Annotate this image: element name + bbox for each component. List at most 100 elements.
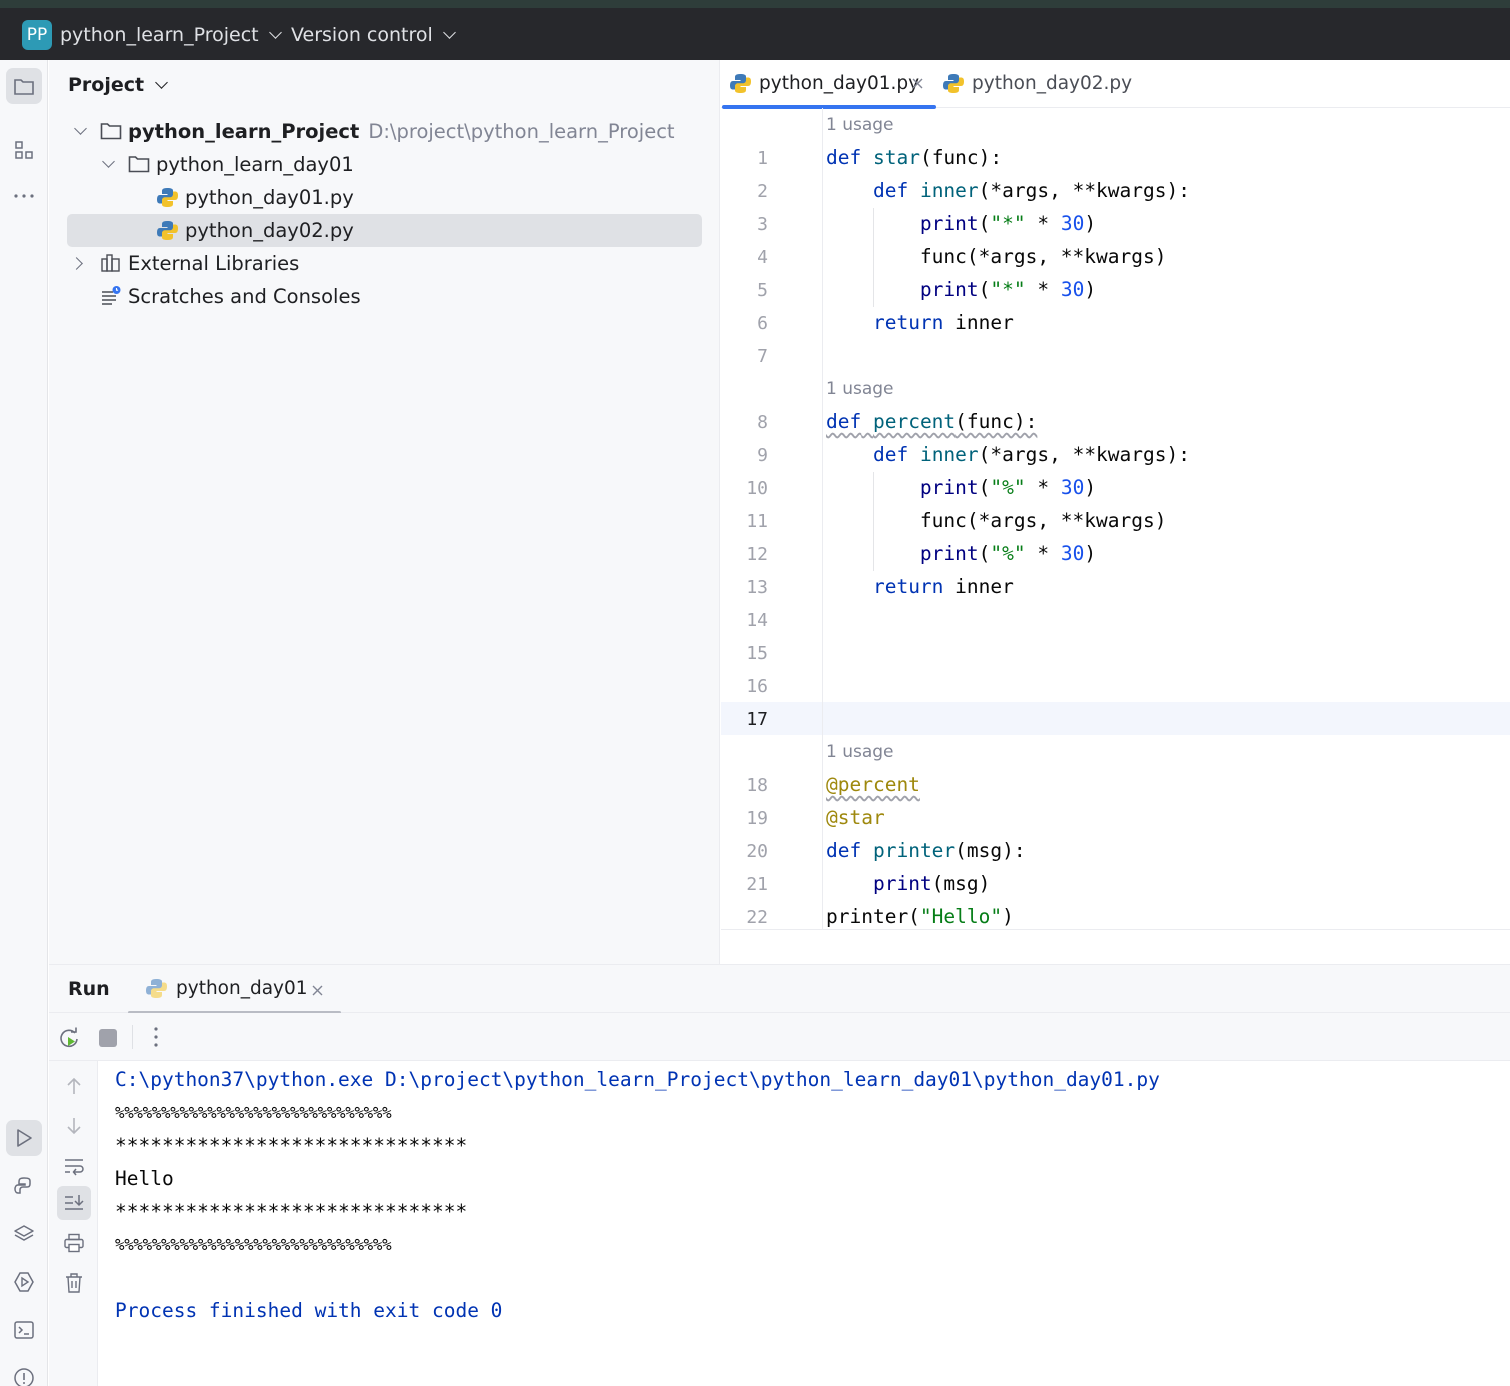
tree-row-external-libraries[interactable]: External Libraries [67,247,702,280]
more-vertical-icon[interactable] [153,1026,159,1048]
keyword: def [826,410,862,433]
print-button[interactable] [57,1226,91,1260]
services-icon [14,1272,34,1292]
code-text: (func): [955,410,1038,433]
console-output-line[interactable]: ****************************** [115,1200,467,1223]
project-badge[interactable]: PP [22,20,52,50]
line-number[interactable]: 16 [721,676,768,697]
stop-icon[interactable] [99,1029,117,1047]
code-line-11[interactable]: func(*args, **kwargs) [826,509,1167,532]
python-console-tool-button[interactable] [6,1168,42,1204]
decorator: @star [826,806,885,829]
tree-row-folder[interactable]: python_learn_day01 [67,148,702,181]
tab-label: python_day02.py [972,73,1133,94]
code-line-5[interactable]: print("*" * 30) [826,278,1096,301]
line-number[interactable]: 19 [721,808,768,829]
code-line-10[interactable]: print("%" * 30) [826,476,1096,499]
project-tool-button[interactable] [6,68,42,104]
scroll-up-button[interactable] [57,1069,91,1103]
console-command-line[interactable]: C:\python37\python.exe D:\project\python… [115,1068,1160,1091]
code-text: ( [978,542,991,565]
tab-python-day02[interactable]: python_day02.py [943,60,1143,108]
code-line-8[interactable]: def percent(func): [826,410,1037,433]
project-switcher[interactable]: python_learn_Project [60,16,282,54]
line-number[interactable]: 8 [721,412,768,433]
chevron-right-icon[interactable] [70,257,83,270]
line-number[interactable]: 11 [721,511,768,532]
terminal-tool-button[interactable] [6,1312,42,1348]
run-tab-python-day01[interactable]: python_day01 [128,965,341,1014]
vcs-menu[interactable]: Version control [291,16,456,54]
line-number[interactable]: 7 [721,346,768,367]
chevron-down-icon[interactable] [74,122,87,135]
string-literal: "%" [990,476,1026,499]
more-tool-button[interactable] [6,178,42,214]
line-number[interactable]: 13 [721,577,768,598]
line-number[interactable]: 5 [721,280,768,301]
code-line-22[interactable]: printer("Hello") [826,905,1014,928]
scroll-down-button[interactable] [57,1109,91,1143]
console-output-line[interactable]: %%%%%%%%%%%%%%%%%%%%%%%%%%%%%% [115,1235,392,1254]
close-icon[interactable] [912,78,923,89]
tab-python-day01[interactable]: python_day01.py [722,60,936,109]
soft-wrap-button[interactable] [57,1149,91,1183]
code-line-19[interactable]: @star [826,806,885,829]
line-number[interactable]: 1 [721,148,768,169]
problems-tool-button[interactable] [6,1360,42,1386]
code-line-1[interactable]: def star(func): [826,146,1002,169]
code-text: inner [943,575,1014,598]
line-number-current[interactable]: 17 [721,709,768,730]
usage-hint[interactable]: 1 usage [826,742,894,762]
keyword: def [826,146,862,169]
structure-icon [15,141,33,159]
console-output-line[interactable]: %%%%%%%%%%%%%%%%%%%%%%%%%%%%%% [115,1103,392,1122]
line-number[interactable]: 21 [721,874,768,895]
rerun-icon[interactable] [58,1027,80,1049]
line-number[interactable]: 18 [721,775,768,796]
builtin: print [919,212,979,235]
line-number[interactable]: 14 [721,610,768,631]
python-file-icon [730,74,751,93]
code-line-4[interactable]: func(*args, **kwargs) [826,245,1167,268]
console-exit-line[interactable]: Process finished with exit code 0 [115,1299,502,1322]
line-number[interactable]: 2 [721,181,768,202]
tree-row-scratches[interactable]: Scratches and Consoles [67,280,702,313]
tree-row-file2[interactable]: python_day02.py [67,214,702,247]
line-number[interactable]: 20 [721,841,768,862]
line-number[interactable]: 3 [721,214,768,235]
line-number[interactable]: 10 [721,478,768,499]
close-icon[interactable] [312,985,323,996]
code-line-18[interactable]: @percent [826,773,920,796]
chevron-down-icon[interactable] [102,155,115,168]
console-output-line[interactable]: ****************************** [115,1134,467,1157]
line-number[interactable]: 15 [721,643,768,664]
project-view-selector[interactable]: Project [68,74,168,96]
code-line-12[interactable]: print("%" * 30) [826,542,1096,565]
structure-tool-button[interactable] [6,132,42,168]
line-number[interactable]: 22 [721,907,768,928]
code-line-9[interactable]: def inner(*args, **kwargs): [826,443,1190,466]
layers-tool-button[interactable] [6,1216,42,1252]
line-number[interactable]: 6 [721,313,768,334]
line-number[interactable]: 4 [721,247,768,268]
code-line-20[interactable]: def printer(msg): [826,839,1026,862]
code-line-21[interactable]: print(msg) [826,872,990,895]
usage-hint[interactable]: 1 usage [826,379,894,399]
console-output-line[interactable]: Hello [115,1167,174,1190]
line-number[interactable]: 12 [721,544,768,565]
code-line-2[interactable]: def inner(*args, **kwargs): [826,179,1190,202]
code-line-3[interactable]: print("*" * 30) [826,212,1096,235]
tree-row-project-root[interactable]: python_learn_Project D:\project\python_le… [67,115,702,148]
usage-hint[interactable]: 1 usage [826,115,894,135]
editor: python_day01.py python_day02.py 1 2 3 4 … [721,60,1510,964]
clear-button[interactable] [57,1266,91,1300]
keyword: def [872,443,909,466]
scroll-to-end-button[interactable] [57,1186,91,1220]
services-tool-button[interactable] [6,1264,42,1300]
code-line-13[interactable]: return inner [826,575,1014,598]
line-number[interactable]: 9 [721,445,768,466]
run-tool-button[interactable] [6,1120,42,1156]
tree-row-file1[interactable]: python_day01.py [67,181,702,214]
code-line-6[interactable]: return inner [826,311,1014,334]
